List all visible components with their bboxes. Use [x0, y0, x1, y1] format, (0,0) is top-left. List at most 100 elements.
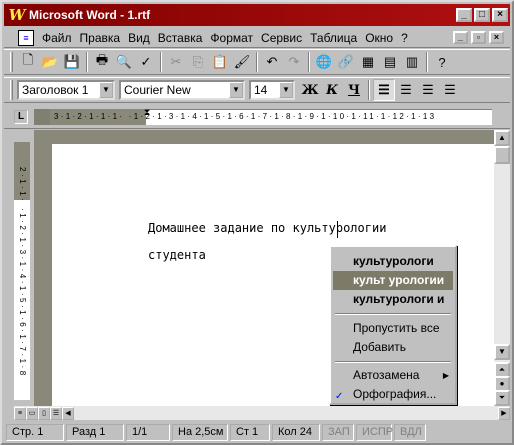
menu-file[interactable]: Файл — [38, 29, 76, 47]
doc-minimize-button[interactable]: _ — [453, 31, 468, 44]
toolbar-separator — [368, 80, 370, 100]
toolbar-separator — [426, 52, 428, 72]
spelling-check-icon: ✓ — [335, 391, 344, 402]
window-title: Microsoft Word - 1.rtf — [29, 8, 151, 22]
page-layout-icon[interactable]: ▯ — [38, 406, 50, 420]
italic-button[interactable]: К — [321, 79, 343, 101]
toolbar-separator — [256, 52, 258, 72]
standard-toolbar: 🗋 📂 💾 🖶 🔍 ✓ ✂ ⎘ 📋 🖌 ↶ ↷ 🌐 🔗 ▦ ▤ ▥ ? — [4, 49, 510, 75]
spelling-icon[interactable]: ✓ — [135, 51, 157, 73]
new-doc-icon[interactable]: 🗋 — [17, 51, 39, 73]
style-combo[interactable]: Заголовок 1 ▼ — [17, 80, 115, 100]
document-menu-icon[interactable]: ≡ — [18, 29, 34, 46]
undo-icon[interactable]: ↶ — [261, 51, 283, 73]
title-bar[interactable]: W Microsoft Word - 1.rtf _ □ × — [4, 4, 510, 26]
font-size-combo[interactable]: 14 ▼ — [249, 80, 295, 100]
spelling-context-menu: культурологи культ урологии культурологи… — [329, 245, 457, 405]
status-ext[interactable]: ВДЛ — [394, 424, 426, 441]
tab-stop-selector[interactable]: L — [14, 110, 28, 124]
toolbar-grip[interactable] — [10, 52, 13, 72]
next-page-icon[interactable]: ⏷ — [494, 390, 510, 406]
close-button[interactable]: × — [492, 8, 508, 22]
scroll-down-icon[interactable]: ▼ — [494, 344, 510, 360]
chevron-down-icon[interactable]: ▼ — [279, 82, 293, 98]
toolbar-separator — [160, 52, 162, 72]
bold-button[interactable]: Ж — [299, 79, 321, 101]
menu-window[interactable]: Окно — [361, 29, 397, 47]
format-painter-icon[interactable]: 🖌 — [231, 51, 253, 73]
chevron-down-icon[interactable]: ▼ — [229, 82, 243, 98]
insert-excel-icon[interactable]: ▥ — [401, 51, 423, 73]
menu-view[interactable]: Вид — [124, 29, 154, 47]
status-rec[interactable]: ЗАП — [322, 424, 354, 441]
spelling-item[interactable]: ✓ Орфография... — [333, 385, 453, 404]
menu-tools[interactable]: Сервис — [257, 29, 306, 47]
vertical-scrollbar[interactable]: ▲ ▼ ⏶ ● ⏷ — [494, 130, 510, 406]
ruler-ticks: 3·1·2·1·1·1· ·1·2·1·3·1·4·1·5·1·6·1·7·1·… — [54, 112, 437, 121]
autocorrect-item[interactable]: Автозамена — [333, 366, 453, 385]
font-combo[interactable]: Courier New ▼ — [119, 80, 245, 100]
doc-restore-button[interactable]: ▫ — [471, 31, 486, 44]
align-right-icon[interactable]: ☰ — [417, 79, 439, 101]
suggestion-1[interactable]: культурологи — [333, 252, 453, 271]
align-center-icon[interactable]: ☰ — [395, 79, 417, 101]
vertical-ruler[interactable]: 2·1·1· ·1·2·1·3·1·4·1·5·1·6·1·7·1·8 — [12, 132, 32, 404]
ignore-all-item[interactable]: Пропустить все — [333, 319, 453, 338]
status-bar: Стр. 1 Разд 1 1/1 На 2,5см Ст 1 Кол 24 З… — [4, 422, 510, 443]
normal-view-icon[interactable]: ≡ — [14, 406, 26, 420]
menu-format[interactable]: Формат — [206, 29, 257, 47]
menu-bar: ≡ Файл Правка Вид Вставка Формат Сервис … — [4, 28, 510, 48]
outline-view-icon[interactable]: ☰ — [50, 406, 62, 420]
horizontal-scrollbar[interactable]: ≡ ▭ ▯ ☰ ◀ ▶ — [14, 406, 510, 420]
menu-separator — [335, 361, 451, 363]
insert-table-icon[interactable]: ▤ — [379, 51, 401, 73]
hyperlink-icon[interactable]: 🔗 — [335, 51, 357, 73]
font-value: Courier New — [124, 83, 191, 97]
menu-table[interactable]: Таблица — [306, 29, 361, 47]
menu-help[interactable]: ? — [397, 29, 412, 47]
suggestion-2[interactable]: культ урологии — [333, 271, 453, 290]
menu-edit[interactable]: Правка — [76, 29, 125, 47]
doc-close-button[interactable]: × — [489, 31, 504, 44]
toolbar-separator — [308, 52, 310, 72]
open-folder-icon[interactable]: 📂 — [39, 51, 61, 73]
word-window: W Microsoft Word - 1.rtf _ □ × ≡ Файл Пр… — [0, 0, 514, 445]
redo-icon[interactable]: ↷ — [283, 51, 305, 73]
tables-and-borders-icon[interactable]: ▦ — [357, 51, 379, 73]
help-icon[interactable]: ? — [431, 51, 453, 73]
horizontal-ruler[interactable]: L ⧗ 3·1·2·1·1·1· ·1·2·1·3·1·4·1·5·1·6·1·… — [4, 105, 510, 129]
underline-button[interactable]: Ч — [343, 79, 365, 101]
scroll-up-icon[interactable]: ▲ — [494, 130, 510, 146]
add-to-dictionary-item[interactable]: Добавить — [333, 338, 453, 357]
print-preview-icon[interactable]: 🔍 — [113, 51, 135, 73]
cut-icon[interactable]: ✂ — [165, 51, 187, 73]
menu-separator — [335, 313, 451, 315]
minimize-button[interactable]: _ — [456, 8, 472, 22]
menu-insert[interactable]: Вставка — [154, 29, 207, 47]
suggestion-3[interactable]: культурологи и — [333, 290, 453, 309]
font-size-value: 14 — [254, 83, 268, 97]
save-icon[interactable]: 💾 — [61, 51, 83, 73]
scroll-left-icon[interactable]: ◀ — [62, 406, 74, 420]
formatting-toolbar: Заголовок 1 ▼ Courier New ▼ 14 ▼ Ж К Ч ☰… — [4, 77, 510, 103]
status-trk[interactable]: ИСПР — [356, 424, 393, 441]
status-at: На 2,5см — [172, 424, 228, 441]
toolbar-grip[interactable] — [10, 80, 13, 100]
justify-icon[interactable]: ☰ — [439, 79, 461, 101]
web-layout-icon[interactable]: ▭ — [26, 406, 38, 420]
document-line-2[interactable]: студента — [148, 248, 206, 262]
document-window-controls: _ ▫ × — [453, 31, 506, 44]
word-app-icon[interactable]: W — [8, 7, 26, 23]
scroll-right-icon[interactable]: ▶ — [498, 406, 510, 420]
paste-icon[interactable]: 📋 — [209, 51, 231, 73]
maximize-button[interactable]: □ — [474, 8, 490, 22]
document-line-1[interactable]: Домашнее задание по культурологии — [148, 221, 386, 235]
scroll-thumb[interactable] — [494, 146, 510, 164]
web-toolbar-icon[interactable]: 🌐 — [313, 51, 335, 73]
style-value: Заголовок 1 — [22, 83, 89, 97]
status-pages: 1/1 — [126, 424, 170, 441]
chevron-down-icon[interactable]: ▼ — [99, 82, 113, 98]
copy-icon[interactable]: ⎘ — [187, 51, 209, 73]
align-left-icon[interactable]: ☰ — [373, 79, 395, 101]
print-icon[interactable]: 🖶 — [91, 51, 113, 73]
